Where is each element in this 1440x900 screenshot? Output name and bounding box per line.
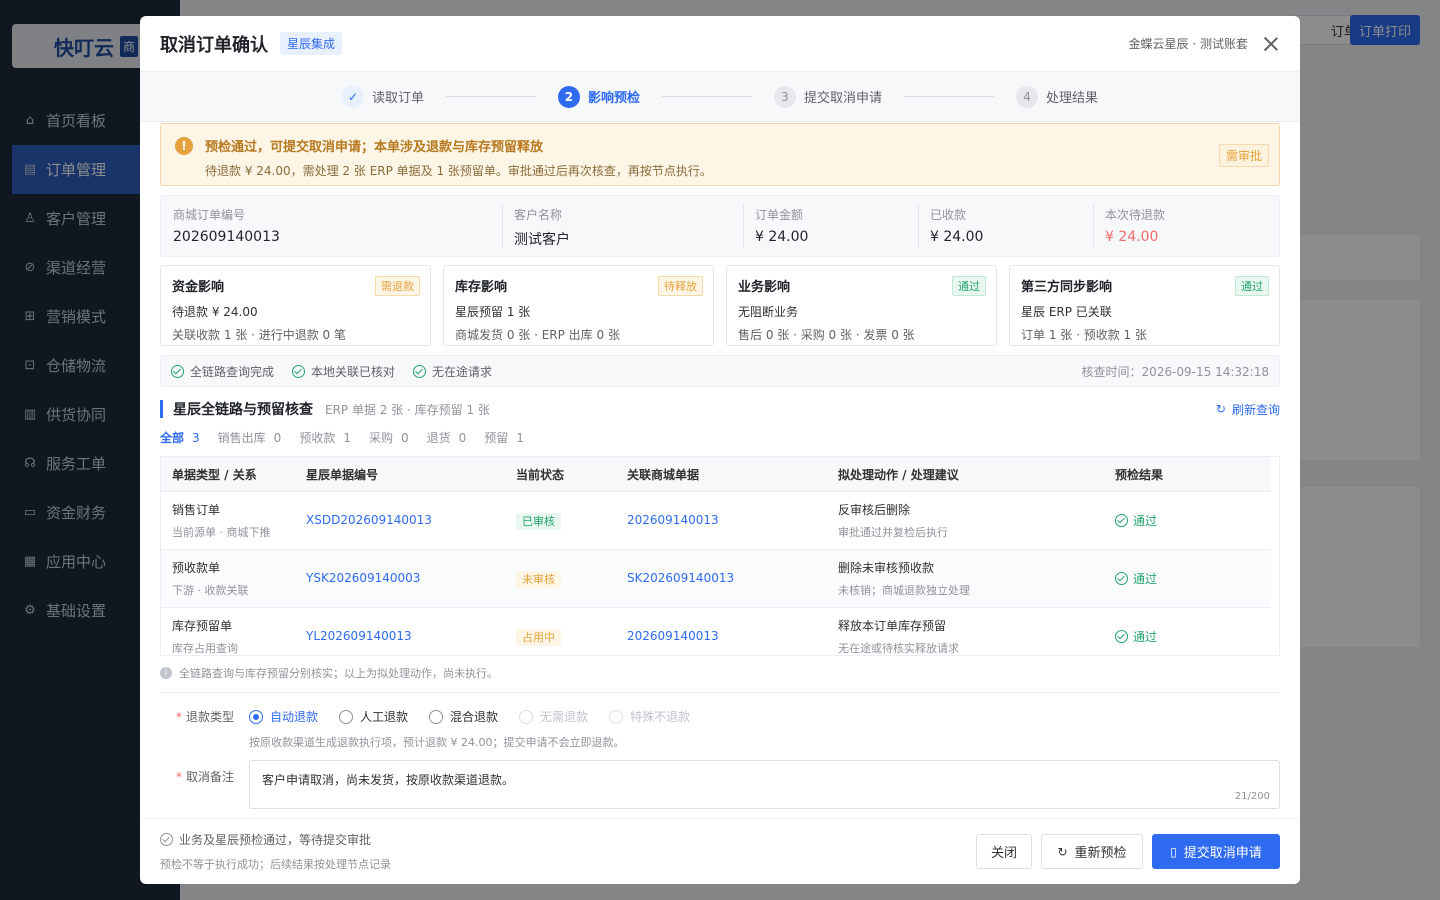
status-badge: 通过 <box>952 276 986 296</box>
recheck-button[interactable]: ↻ 重新预检 <box>1041 834 1143 869</box>
erp-doc-link[interactable]: YSK202609140003 <box>306 571 420 585</box>
step-connector <box>904 96 995 97</box>
impact-card-inventory: 库存影响 待释放 星辰预留 1 张 商城发货 0 张 · ERP 出库 0 张 <box>443 265 714 346</box>
check-circle-icon <box>292 364 306 378</box>
cancel-order-modal: 取消订单确认 星辰集成 金蝶云星辰 · 测试账套 ✓ 读取订单 2 影响预检 3 提交… <box>140 16 1300 884</box>
erp-doc-link[interactable]: YL202609140013 <box>306 629 412 643</box>
step-precheck: 2 影响预检 <box>557 85 640 108</box>
step-result: 4 处理结果 <box>1016 85 1098 108</box>
erp-doc-link[interactable]: XSDD202609140013 <box>306 513 432 527</box>
close-button[interactable]: 关闭 <box>976 834 1032 869</box>
refresh-icon: ↻ <box>1057 844 1068 859</box>
approval-tag: 需审批 <box>1218 144 1269 167</box>
result-pass: 通过 <box>1115 570 1265 587</box>
table-header: 单据类型 / 关系 星辰单据编号 当前状态 关联商城单据 拟处理动作 / 处理建… <box>161 457 1271 492</box>
char-counter: 21/200 <box>1234 791 1270 802</box>
check-circle-icon <box>1115 630 1128 643</box>
filter-tab-prepay[interactable]: 预收款 1 <box>299 429 351 446</box>
filter-tab-purchase[interactable]: 采购 0 <box>369 429 409 446</box>
check-item: 无在途请求 <box>413 363 492 380</box>
refund-type-row: * 退款类型 自动退款 人工退款 混合退款 无需退款 特殊不退款 <box>175 708 691 725</box>
table-note: i 全链路查询与库存预留分别核实；以上为拟处理动作，尚未执行。 <box>160 665 1280 681</box>
integration-badge: 星辰集成 <box>280 32 343 55</box>
radio-mixed-refund[interactable]: 混合退款 <box>429 708 498 725</box>
table-row: 销售订单 当前源单 · 商城下推 XSDD202609140013 已审核 202… <box>161 492 1271 550</box>
check-icon: ✓ <box>341 85 364 108</box>
status-badge: 待释放 <box>658 276 703 296</box>
impact-cards: 资金影响 需退款 待退款 ¥ 24.00 关联收款 1 张 · 进行中退款 0 … <box>160 265 1280 346</box>
impact-card-funds: 资金影响 需退款 待退款 ¥ 24.00 关联收款 1 张 · 进行中退款 0 … <box>160 265 431 346</box>
status-badge: 需退款 <box>375 276 420 296</box>
modal-header: 取消订单确认 星辰集成 金蝶云星辰 · 测试账套 <box>140 16 1300 72</box>
filter-tab-return[interactable]: 退货 0 <box>427 429 467 446</box>
step-read-order: ✓ 读取订单 <box>341 85 424 108</box>
modal-footer: 业务及星辰预检通过，等待提交审批 预检不等于执行成功；后续结果按处理节点记录 关… <box>140 818 1300 884</box>
submit-cancel-button[interactable]: ▯ 提交取消申请 <box>1152 834 1280 869</box>
document-icon: ▯ <box>1170 844 1177 859</box>
close-icon[interactable] <box>1262 35 1280 53</box>
step-connector <box>662 96 752 97</box>
stepper: ✓ 读取订单 2 影响预检 3 提交取消申请 4 处理结果 <box>140 72 1300 122</box>
check-item: 本地关联已核对 <box>292 363 395 380</box>
warning-icon: ! <box>175 137 193 155</box>
check-circle-icon <box>171 364 184 378</box>
summary-order-no: 商城订单编号 202609140013 <box>173 208 280 245</box>
section-subtitle: ERP 单据 2 张 · 库存预留 1 张 <box>325 402 490 417</box>
cancel-remark-textarea[interactable]: 客户申请取消，尚未发货，按原收款渠道退款。 21/200 <box>249 760 1280 809</box>
divider <box>160 692 1280 693</box>
remark-row: * 取消备注 客户申请取消，尚未发货，按原收款渠道退款。 21/200 <box>160 760 1280 809</box>
check-circle-icon <box>1115 514 1128 527</box>
mall-doc-link[interactable]: 202609140013 <box>627 513 719 527</box>
section-title: 星辰全链路与预留核查 <box>173 402 313 418</box>
check-summary: 全链路查询完成 本地关联已核对 无在途请求 核查时间：2026-09-15 14… <box>160 355 1280 387</box>
filter-tab-all[interactable]: 全部 3 <box>160 429 200 446</box>
step-connector <box>445 96 536 97</box>
step-submit: 3 提交取消申请 <box>774 85 882 108</box>
mall-doc-link[interactable]: 202609140013 <box>627 629 719 643</box>
filter-tab-reserve[interactable]: 预留 1 <box>484 429 524 446</box>
section-accent <box>160 400 163 418</box>
status-badge: 未审核 <box>516 570 561 588</box>
summary-customer: 客户名称 测试客户 <box>502 196 743 256</box>
mall-doc-link[interactable]: SK202609140013 <box>627 571 734 585</box>
doc-filter-tabs: 全部 3 销售出库 0 预收款 1 采购 0 退货 0 预留 1 <box>160 429 1280 446</box>
refresh-query-link[interactable]: ↻ 刷新查询 <box>1216 401 1280 418</box>
footer-buttons: 关闭 ↻ 重新预检 ▯ 提交取消申请 <box>976 834 1280 869</box>
refund-hint: 按原收款渠道生成退款执行项，预计退款 ¥ 24.00；提交申请不会立即退款。 <box>249 736 625 749</box>
status-badge: 通过 <box>1235 276 1269 296</box>
radio-auto-refund[interactable]: 自动退款 <box>249 708 318 725</box>
modal-title: 取消订单确认 <box>160 34 268 56</box>
section-header: 星辰全链路与预留核查 ERP 单据 2 张 · 库存预留 1 张 ↻ 刷新查询 <box>160 399 1280 419</box>
filter-tab-sales-out[interactable]: 销售出库 0 <box>218 429 282 446</box>
order-summary: 商城订单编号 202609140013 客户名称 测试客户 订单金额 ¥ 24.00 … <box>160 195 1280 257</box>
table-row: 库存预留单 库存占用查询 YL202609140013 占用中 202609140… <box>161 608 1271 655</box>
summary-amount: 订单金额 ¥ 24.00 <box>743 196 918 256</box>
check-circle-icon <box>160 833 173 846</box>
radio-special-no-refund: 特殊不退款 <box>609 708 690 725</box>
modal-body: ! 预检通过，可提交取消申请；本单涉及退款与库存预留释放 待退款 ¥ 24.00… <box>160 123 1280 813</box>
radio-no-refund: 无需退款 <box>519 708 588 725</box>
account-label: 金蝶云星辰 · 测试账套 <box>1128 37 1248 51</box>
footer-status: 业务及星辰预检通过，等待提交审批 预检不等于执行成功；后续结果按处理节点记录 <box>160 833 391 871</box>
radio-manual-refund[interactable]: 人工退款 <box>339 708 408 725</box>
result-pass: 通过 <box>1115 512 1265 529</box>
check-item: 全链路查询完成 <box>171 363 274 380</box>
check-circle-icon <box>413 364 427 378</box>
table-row: 预收款单 下游 · 收款关联 YSK202609140003 未审核 SK2026… <box>161 550 1271 608</box>
summary-received: 已收款 ¥ 24.00 <box>918 196 1093 256</box>
impact-card-third-party: 第三方同步影响 通过 星辰 ERP 已关联 订单 1 张 · 预收款 1 张 <box>1009 265 1280 346</box>
check-time: 核查时间：2026-09-15 14:32:18 <box>1081 364 1269 379</box>
summary-refund: 本次待退款 ¥ 24.00 <box>1093 196 1279 256</box>
info-icon: i <box>160 667 172 679</box>
precheck-alert: ! 预检通过，可提交取消申请；本单涉及退款与库存预留释放 待退款 ¥ 24.00… <box>160 123 1280 186</box>
refresh-icon: ↻ <box>1215 402 1226 416</box>
check-circle-icon <box>1115 572 1128 585</box>
status-badge: 占用中 <box>516 628 561 646</box>
doc-table: 单据类型 / 关系 星辰单据编号 当前状态 关联商城单据 拟处理动作 / 处理建… <box>160 456 1280 656</box>
impact-card-business: 业务影响 通过 无阻断业务 售后 0 张 · 采购 0 张 · 发票 0 张 <box>726 265 997 346</box>
result-pass: 通过 <box>1115 628 1265 645</box>
status-badge: 已审核 <box>516 512 561 530</box>
